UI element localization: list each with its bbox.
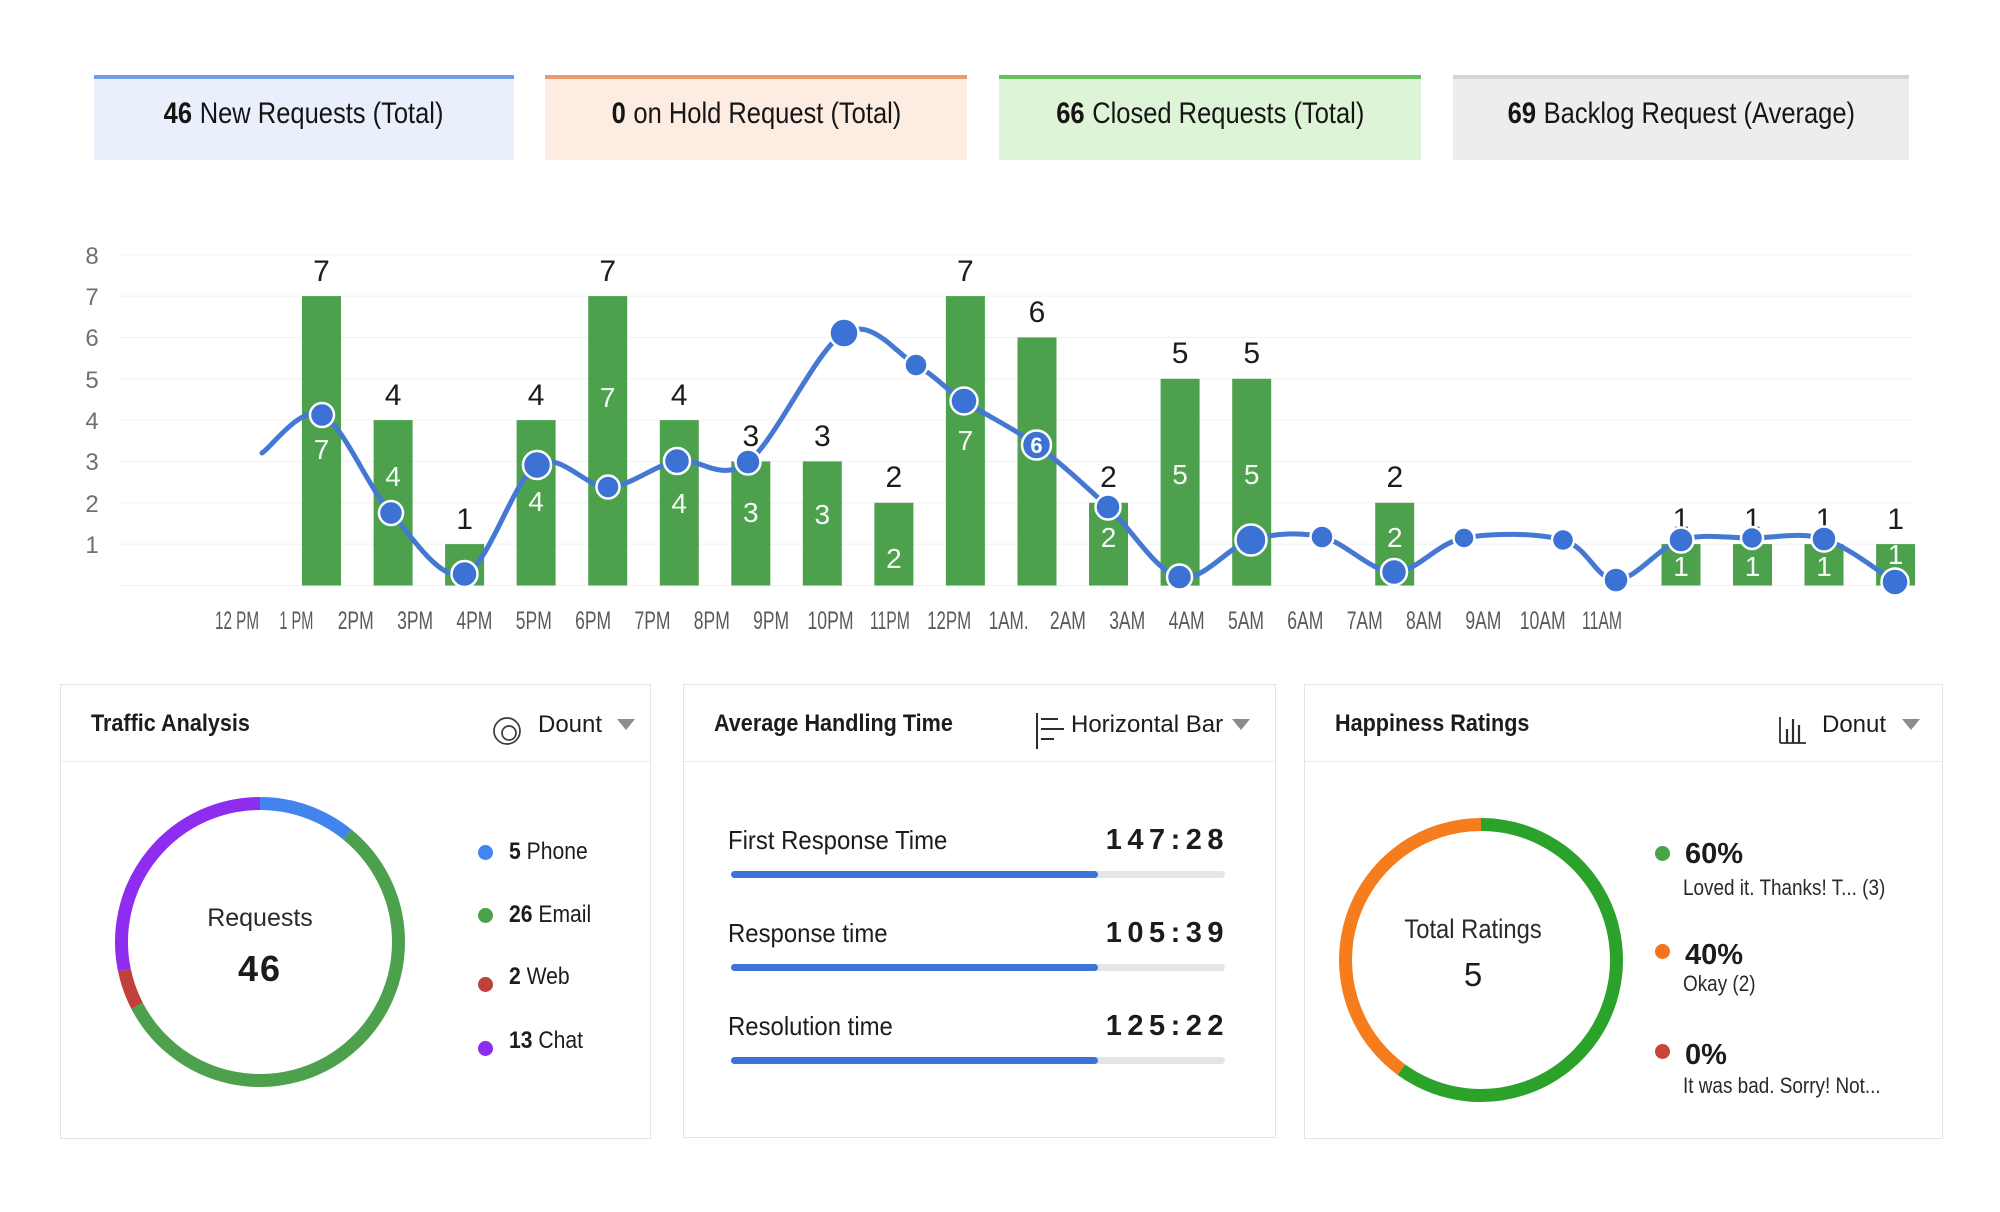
- svg-text:2: 2: [1101, 522, 1117, 553]
- svg-text:2: 2: [1386, 461, 1403, 494]
- svg-text:1: 1: [1745, 551, 1761, 582]
- svg-text:1: 1: [85, 532, 98, 559]
- svg-text:7: 7: [958, 425, 974, 456]
- svg-text:4PM: 4PM: [456, 607, 492, 635]
- svg-text:9PM: 9PM: [753, 607, 789, 635]
- svg-text:2PM: 2PM: [338, 607, 374, 635]
- svg-text:2: 2: [85, 491, 98, 518]
- svg-text:6AM: 6AM: [1287, 607, 1323, 635]
- svg-text:3: 3: [742, 420, 759, 453]
- svg-text:3: 3: [743, 497, 759, 528]
- svg-text:5: 5: [1172, 459, 1188, 490]
- svg-text:10PM: 10PM: [808, 607, 854, 635]
- svg-text:7: 7: [85, 284, 98, 311]
- svg-text:2AM: 2AM: [1050, 607, 1086, 635]
- svg-text:11AM: 11AM: [1582, 607, 1622, 635]
- svg-text:6: 6: [85, 325, 98, 352]
- svg-text:1: 1: [1888, 539, 1904, 570]
- svg-text:7: 7: [599, 255, 616, 288]
- svg-text:6: 6: [1030, 433, 1042, 458]
- svg-text:5: 5: [1243, 337, 1260, 370]
- svg-text:6PM: 6PM: [575, 607, 611, 635]
- svg-text:12PM: 12PM: [927, 607, 971, 635]
- svg-text:5: 5: [1244, 459, 1260, 490]
- svg-text:7: 7: [600, 382, 616, 413]
- svg-text:6: 6: [1029, 296, 1046, 329]
- svg-text:7PM: 7PM: [635, 607, 671, 635]
- svg-text:10AM: 10AM: [1520, 607, 1566, 635]
- svg-text:4: 4: [385, 461, 401, 492]
- svg-text:3: 3: [85, 449, 98, 476]
- svg-text:9AM: 9AM: [1465, 607, 1501, 635]
- svg-text:3AM: 3AM: [1109, 607, 1145, 635]
- svg-text:1: 1: [1887, 503, 1904, 536]
- svg-text:5AM: 5AM: [1228, 607, 1264, 635]
- svg-text:4: 4: [528, 379, 545, 412]
- svg-text:1 PM: 1 PM: [279, 607, 313, 635]
- svg-text:3: 3: [815, 499, 831, 530]
- svg-text:1: 1: [456, 503, 473, 536]
- svg-text:5: 5: [1172, 337, 1189, 370]
- svg-text:1AM.: 1AM.: [989, 607, 1029, 635]
- svg-text:12 PM: 12 PM: [215, 607, 259, 635]
- svg-text:2: 2: [886, 461, 903, 494]
- svg-text:3: 3: [814, 420, 831, 453]
- svg-text:2: 2: [1387, 522, 1403, 553]
- svg-text:4: 4: [385, 379, 402, 412]
- svg-text:2: 2: [1100, 461, 1117, 494]
- svg-text:4: 4: [671, 488, 687, 519]
- svg-text:4: 4: [671, 379, 688, 412]
- svg-text:7: 7: [313, 255, 330, 288]
- svg-text:11PM: 11PM: [870, 607, 910, 635]
- svg-text:3PM: 3PM: [397, 607, 433, 635]
- svg-text:8PM: 8PM: [694, 607, 730, 635]
- svg-text:7AM: 7AM: [1347, 607, 1383, 635]
- svg-text:4: 4: [528, 486, 544, 517]
- svg-text:5PM: 5PM: [516, 607, 552, 635]
- svg-text:4AM: 4AM: [1169, 607, 1205, 635]
- svg-text:2: 2: [886, 543, 902, 574]
- svg-text:1: 1: [1816, 551, 1832, 582]
- svg-text:7: 7: [314, 434, 330, 465]
- svg-text:4: 4: [85, 408, 98, 435]
- svg-text:8AM: 8AM: [1406, 607, 1442, 635]
- svg-text:8: 8: [85, 243, 98, 270]
- svg-text:5: 5: [85, 367, 98, 394]
- svg-text:7: 7: [957, 255, 974, 288]
- svg-text:1: 1: [1673, 551, 1689, 582]
